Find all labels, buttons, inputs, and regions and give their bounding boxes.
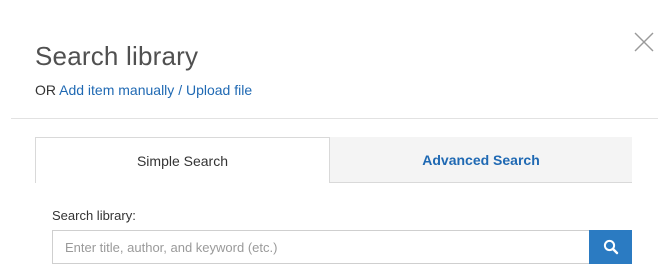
search-icon <box>603 239 618 255</box>
link-separator: / <box>178 82 183 98</box>
upload-file-link[interactable]: Upload file <box>186 82 252 98</box>
search-tabs: Simple Search Advanced Search <box>35 137 632 183</box>
add-item-manually-link[interactable]: Add item manually <box>59 82 174 98</box>
or-text: OR <box>35 82 56 98</box>
add-item-options: OR Add item manually / Upload file <box>35 82 252 98</box>
search-input[interactable] <box>52 230 589 264</box>
dialog-title: Search library <box>35 41 199 71</box>
search-button[interactable] <box>589 230 632 264</box>
header-divider <box>11 118 658 119</box>
search-row <box>52 230 632 264</box>
search-field-label: Search library: <box>52 208 136 223</box>
close-icon <box>634 32 654 52</box>
tab-simple-search[interactable]: Simple Search <box>35 137 330 183</box>
close-button[interactable] <box>632 30 656 54</box>
tab-advanced-search[interactable]: Advanced Search <box>330 137 632 183</box>
